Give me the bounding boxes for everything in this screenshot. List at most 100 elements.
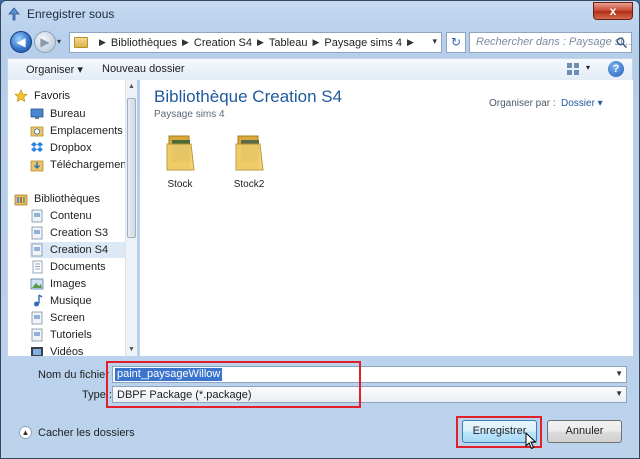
navigation-scrollbar[interactable]: ▲ ▼	[125, 80, 137, 356]
downloads-icon	[30, 160, 44, 172]
star-icon	[14, 89, 28, 103]
search-input[interactable]: Rechercher dans : Paysage si...	[469, 32, 632, 53]
back-button[interactable]: ◀	[10, 31, 32, 53]
chevron-right-icon[interactable]: ▶	[257, 37, 264, 48]
library-folder-icon	[31, 311, 43, 325]
chevron-right-icon[interactable]: ▶	[99, 37, 106, 48]
arrange-by-dropdown[interactable]: Dossier ▾	[561, 98, 603, 109]
libraries-icon	[14, 194, 28, 206]
search-icon[interactable]	[616, 37, 627, 48]
breadcrumb-item[interactable]: Paysage sims 4	[324, 37, 402, 49]
sidebar-item-documents[interactable]: Documents	[30, 259, 137, 275]
library-folder-icon	[31, 226, 43, 240]
sidebar-item-downloads[interactable]: Téléchargements	[30, 157, 137, 173]
chevron-right-icon[interactable]: ▶	[182, 37, 189, 48]
sidebar-item-screen[interactable]: Screen	[30, 310, 137, 326]
cancel-button[interactable]: Annuler	[547, 420, 622, 443]
app-icon	[8, 7, 20, 21]
recent-places-icon	[30, 126, 44, 137]
folder-icon	[166, 135, 195, 171]
hide-folders-toggle[interactable]: ▲ Cacher les dossiers	[19, 426, 135, 439]
hide-folders-label: Cacher les dossiers	[38, 426, 135, 439]
view-options-icon[interactable]	[566, 62, 580, 76]
help-button[interactable]: ?	[608, 61, 624, 77]
chevron-up-icon: ▲	[19, 426, 32, 439]
library-folder-icon	[31, 328, 43, 342]
scrollbar-thumb[interactable]	[127, 98, 136, 238]
sidebar-item-label: Bureau	[50, 108, 86, 120]
folder-icon	[235, 135, 264, 171]
library-folder-icon	[31, 209, 43, 223]
documents-icon	[32, 260, 43, 274]
folder-icon	[74, 37, 88, 48]
sidebar-group-favorites[interactable]: Favoris	[14, 88, 132, 104]
chevron-down-icon[interactable]: ▼	[615, 389, 623, 398]
recent-pages-dropdown[interactable]: ▾	[57, 37, 67, 47]
search-placeholder: Rechercher dans : Paysage si...	[476, 36, 632, 48]
sidebar-item-label: Creation S3	[50, 227, 109, 239]
sidebar-item-label: Emplacements ré	[50, 125, 136, 137]
chevron-right-icon[interactable]: ▶	[312, 37, 319, 48]
sidebar-item-label: Screen	[50, 312, 85, 324]
breadcrumb-item[interactable]: Creation S4	[194, 37, 252, 49]
sidebar-item-contenu[interactable]: Contenu	[30, 208, 137, 224]
address-history-dropdown[interactable]: ▾	[432, 36, 437, 47]
mouse-cursor-icon	[525, 432, 537, 450]
scroll-up-icon[interactable]: ▲	[128, 83, 135, 90]
videos-icon	[31, 347, 43, 356]
sidebar-item-label: Contenu	[50, 210, 92, 222]
sidebar-item-musique[interactable]: Musique	[30, 293, 137, 309]
library-title: Bibliothèque Creation S4	[154, 87, 343, 106]
sidebar-item-label: Tutoriels	[50, 329, 92, 341]
sidebar-item-label: Musique	[50, 295, 92, 307]
chevron-right-icon[interactable]: ▶	[407, 37, 414, 48]
desktop-icon	[30, 108, 44, 119]
sidebar-group-label: Bibliothèques	[34, 193, 101, 205]
folder-name: Stock	[167, 179, 193, 190]
forward-button[interactable]: ▶	[34, 31, 56, 53]
help-icon: ?	[612, 63, 620, 75]
breadcrumb[interactable]: ▶ Bibliothèques ▶ Creation S4 ▶ Tableau …	[69, 32, 442, 53]
sidebar-item-label: Dropbox	[50, 142, 92, 154]
sidebar-item-recent-places[interactable]: Emplacements ré	[30, 123, 137, 139]
scroll-down-icon[interactable]: ▼	[128, 346, 135, 353]
arrow-left-icon: ◀	[16, 35, 26, 49]
sidebar-group-libraries[interactable]: Bibliothèques	[14, 191, 132, 207]
sidebar-item-creation-s3[interactable]: Creation S3	[30, 225, 137, 241]
sidebar-item-label: Documents	[50, 261, 106, 273]
images-icon	[30, 278, 44, 290]
file-list-pane: Bibliothèque Creation S4 Paysage sims 4 …	[140, 80, 633, 356]
sidebar-item-creation-s4[interactable]: Creation S4	[30, 242, 137, 258]
filename-label: Nom du fichier :	[38, 369, 116, 381]
chevron-down-icon[interactable]: ▼	[615, 369, 623, 378]
organize-button[interactable]: Organiser ▾	[26, 63, 83, 76]
sidebar-item-label: Creation S4	[50, 244, 109, 256]
music-icon	[34, 294, 43, 307]
sidebar-item-bureau[interactable]: Bureau	[30, 106, 137, 122]
library-folder-icon	[31, 243, 43, 257]
title-bar: Enregistrer sous x	[1, 1, 639, 27]
folder-item[interactable]: Stock	[150, 132, 210, 192]
folder-item[interactable]: Stock2	[219, 132, 279, 192]
sidebar-item-tutoriels[interactable]: Tutoriels	[30, 327, 137, 343]
sidebar-item-label: Téléchargements	[50, 159, 135, 171]
chevron-down-icon[interactable]: ▾	[586, 63, 590, 72]
save-as-dialog: Enregistrer sous x ◀ ▶ ▾ ▶ Bibliothèques…	[0, 0, 640, 459]
sidebar-item-label: Vidéos	[50, 346, 84, 356]
sidebar-item-label: Images	[50, 278, 87, 290]
sidebar-item-videos[interactable]: Vidéos	[30, 344, 137, 356]
sidebar-item-images[interactable]: Images	[30, 276, 137, 292]
sidebar-group-label: Favoris	[34, 90, 71, 102]
arrange-by-label: Organiser par :	[489, 98, 556, 109]
navigation-pane: Favoris Bureau Emplacements ré Dropbox T…	[7, 80, 137, 356]
window-title: Enregistrer sous	[27, 7, 115, 21]
sidebar-item-dropbox[interactable]: Dropbox	[30, 140, 137, 156]
refresh-button[interactable]: ↻	[446, 32, 466, 53]
library-subtitle: Paysage sims 4	[154, 109, 225, 120]
close-button[interactable]: x	[593, 2, 633, 20]
new-folder-button[interactable]: Nouveau dossier	[102, 63, 185, 75]
breadcrumb-item[interactable]: Bibliothèques	[111, 37, 177, 49]
command-bar: Organiser ▾ Nouveau dossier ▾ ?	[7, 58, 633, 80]
breadcrumb-item[interactable]: Tableau	[269, 37, 308, 49]
close-icon: x	[609, 4, 617, 18]
